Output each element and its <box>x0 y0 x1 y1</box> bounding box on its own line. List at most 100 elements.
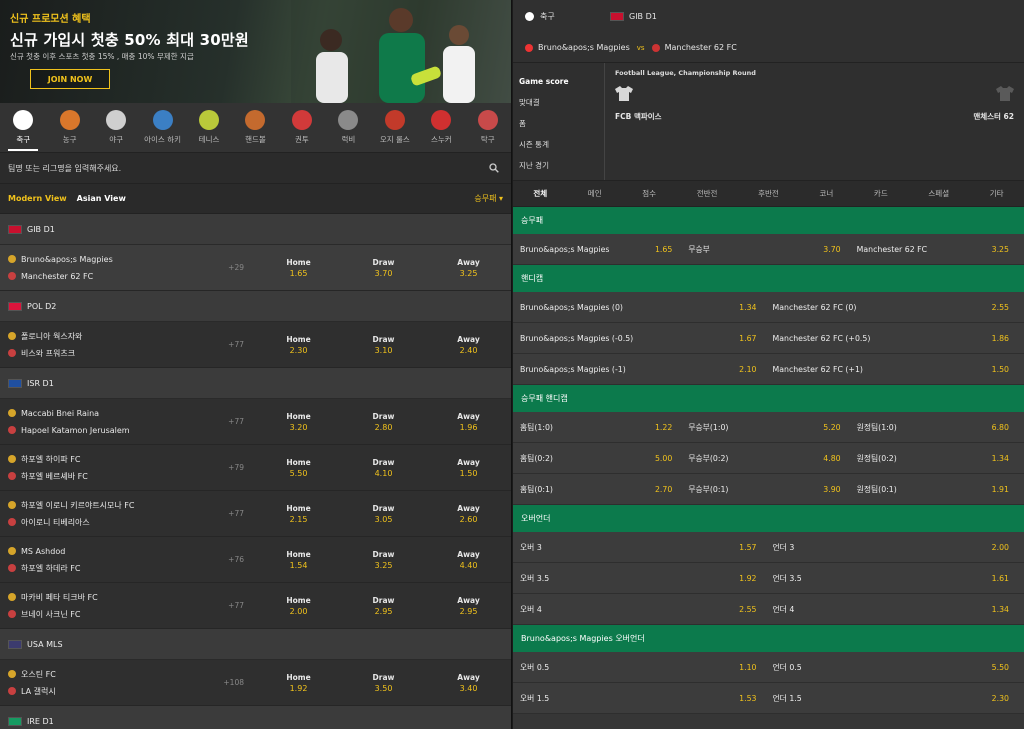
league-header[interactable]: ISR D1 <box>0 368 511 399</box>
info-menu-item[interactable]: 폼 <box>513 113 604 134</box>
bet-option[interactable]: 홈팀(1:0) 1.22 <box>520 422 680 433</box>
more-markets-count[interactable]: +77 <box>215 509 244 518</box>
more-markets-count[interactable]: +77 <box>215 340 244 349</box>
odds-button-draw[interactable]: Draw 3.10 <box>341 335 426 355</box>
odds-button-home[interactable]: Home 5.50 <box>256 458 341 478</box>
odds-button-away[interactable]: Away 1.50 <box>426 458 511 478</box>
info-menu-item[interactable]: 맞대결 <box>513 92 604 113</box>
bet-option[interactable]: Manchester 62 FC (+1) 1.50 <box>765 365 1018 374</box>
sport-tab-9[interactable]: 스누커 <box>418 110 464 145</box>
modern-view-tab[interactable]: Modern View <box>8 194 67 203</box>
match-row[interactable]: Maccabi Bnei Raina Hapoel Katamon Jerusal… <box>0 399 511 445</box>
match-row[interactable]: 오스틴 FC LA 갤럭시 +108 Home 1.92 Draw 3.50 Away 3.40 <box>0 660 511 706</box>
league-header[interactable]: IRE D1 <box>0 706 511 729</box>
odds-button-home[interactable]: Home 2.15 <box>256 504 341 524</box>
odds-button-away[interactable]: Away 3.40 <box>426 673 511 693</box>
match-row[interactable]: Bruno&apos;s Magpies Manchester 62 FC +29 H… <box>0 245 511 291</box>
bet-option[interactable]: 언더 3 2.00 <box>765 542 1018 553</box>
bet-option[interactable]: 원정팀(0:2) 1.34 <box>849 453 1017 464</box>
more-markets-count[interactable]: +77 <box>215 417 244 426</box>
join-now-button[interactable]: JOIN NOW <box>30 69 110 89</box>
odds-button-away[interactable]: Away 3.25 <box>426 258 511 278</box>
bet-option[interactable]: Bruno&apos;s Magpies (-1) 2.10 <box>520 365 765 374</box>
market-tab[interactable]: 기타 <box>984 188 1010 199</box>
sport-tab-3[interactable]: 아이스 하키 <box>140 110 186 145</box>
bet-option[interactable]: 무승부 3.70 <box>680 244 848 255</box>
sport-tab-6[interactable]: 권투 <box>279 110 325 145</box>
bet-option[interactable]: 홈팀(0:2) 5.00 <box>520 453 680 464</box>
bet-option[interactable]: 오버 3 1.57 <box>520 542 765 553</box>
odds-button-draw[interactable]: Draw 2.80 <box>341 412 426 432</box>
match-row[interactable]: 마카비 페타 티크바 FC 브네이 사크닌 FC +77 Home 2.00 Draw 2.… <box>0 583 511 629</box>
odds-button-away[interactable]: Away 2.40 <box>426 335 511 355</box>
asian-view-tab[interactable]: Asian View <box>77 194 126 203</box>
promo-banner[interactable]: 신규 프로모션 혜택 신규 가입시 첫충 50% 최대 30만원 신규 첫충 이… <box>0 0 511 103</box>
bet-option[interactable]: Bruno&apos;s Magpies (-0.5) 1.67 <box>520 334 765 343</box>
odds-button-draw[interactable]: Draw 3.05 <box>341 504 426 524</box>
odds-button-draw[interactable]: Draw 4.10 <box>341 458 426 478</box>
market-section-header[interactable]: 승무패 <box>513 207 1024 234</box>
more-markets-count[interactable]: +29 <box>215 263 244 272</box>
market-tab[interactable]: 카드 <box>868 188 894 199</box>
market-section-header[interactable]: Bruno&apos;s Magpies 오버언더 <box>513 625 1024 652</box>
bet-option[interactable]: 오버 4 2.55 <box>520 604 765 615</box>
market-tab[interactable]: 스페셜 <box>922 188 955 199</box>
sport-tab-1[interactable]: 농구 <box>47 110 93 145</box>
market-tab[interactable]: 코너 <box>813 188 839 199</box>
match-row[interactable]: 폴로니아 웍스자와 비스와 프워츠크 +77 Home 2.30 Draw 3.10 Away… <box>0 322 511 368</box>
market-tab[interactable]: 점수 <box>636 188 662 199</box>
odds-button-draw[interactable]: Draw 3.50 <box>341 673 426 693</box>
market-section-header[interactable]: 핸디캡 <box>513 265 1024 292</box>
bet-option[interactable]: 언더 3.5 1.61 <box>765 573 1018 584</box>
odds-button-away[interactable]: Away 2.95 <box>426 596 511 616</box>
bet-option[interactable]: 무승부(0:2) 4.80 <box>680 453 848 464</box>
bet-option[interactable]: Manchester 62 FC 3.25 <box>849 245 1017 254</box>
odds-button-home[interactable]: Home 1.92 <box>256 673 341 693</box>
match-row[interactable]: MS Ashdod 하포엘 하데라 FC +76 Home 1.54 Draw 3.25 Aw… <box>0 537 511 583</box>
bet-option[interactable]: 홈팀(0:1) 2.70 <box>520 484 680 495</box>
info-menu-item[interactable]: Game score <box>513 71 604 92</box>
match-row[interactable]: 하포엘 이로니 키르야트시모나 FC 아이로니 티베리아스 +77 Home 2.15 D… <box>0 491 511 537</box>
odds-button-away[interactable]: Away 1.96 <box>426 412 511 432</box>
odds-button-home[interactable]: Home 3.20 <box>256 412 341 432</box>
bet-option[interactable]: 무승부(0:1) 3.90 <box>680 484 848 495</box>
odds-button-draw[interactable]: Draw 2.95 <box>341 596 426 616</box>
more-markets-count[interactable]: +76 <box>215 555 244 564</box>
odds-button-draw[interactable]: Draw 3.70 <box>341 258 426 278</box>
bet-option[interactable]: 오버 1.5 1.53 <box>520 693 765 704</box>
league-header[interactable]: GIB D1 <box>0 214 511 245</box>
odds-button-home[interactable]: Home 2.00 <box>256 596 341 616</box>
sport-tab-7[interactable]: 럭비 <box>325 110 371 145</box>
bet-option[interactable]: 원정팀(0:1) 1.91 <box>849 484 1017 495</box>
sport-tab-5[interactable]: 핸드볼 <box>232 110 278 145</box>
league-header[interactable]: USA MLS <box>0 629 511 660</box>
market-tab[interactable]: 후반전 <box>752 188 785 199</box>
odds-button-draw[interactable]: Draw 3.25 <box>341 550 426 570</box>
market-dropdown[interactable]: 승무패 ▾ <box>474 193 503 204</box>
bet-option[interactable]: 언더 4 1.34 <box>765 604 1018 615</box>
sport-tab-8[interactable]: 오지 룰스 <box>372 110 418 145</box>
search-input[interactable] <box>8 163 308 173</box>
odds-button-away[interactable]: Away 4.40 <box>426 550 511 570</box>
match-row[interactable]: 하포엘 하이파 FC 하포엘 베르셰바 FC +79 Home 5.50 Draw 4.10… <box>0 445 511 491</box>
bet-option[interactable]: Manchester 62 FC (+0.5) 1.86 <box>765 334 1018 343</box>
bet-option[interactable]: 원정팀(1:0) 6.80 <box>849 422 1017 433</box>
odds-button-home[interactable]: Home 1.54 <box>256 550 341 570</box>
odds-button-away[interactable]: Away 2.60 <box>426 504 511 524</box>
bet-option[interactable]: Manchester 62 FC (0) 2.55 <box>765 303 1018 312</box>
market-tab[interactable]: 전체 <box>527 188 553 199</box>
more-markets-count[interactable]: +108 <box>215 678 244 687</box>
bet-option[interactable]: Bruno&apos;s Magpies (0) 1.34 <box>520 303 765 312</box>
market-tab[interactable]: 메인 <box>582 188 608 199</box>
info-menu-item[interactable]: 시즌 통계 <box>513 134 604 155</box>
more-markets-count[interactable]: +79 <box>215 463 244 472</box>
bet-option[interactable]: 무승부(1:0) 5.20 <box>680 422 848 433</box>
odds-button-home[interactable]: Home 1.65 <box>256 258 341 278</box>
league-header[interactable]: POL D2 <box>0 291 511 322</box>
search-icon[interactable] <box>489 163 499 173</box>
market-tab[interactable]: 전반전 <box>691 188 724 199</box>
odds-button-home[interactable]: Home 2.30 <box>256 335 341 355</box>
info-menu-item[interactable]: 지난 경기 <box>513 155 604 176</box>
bet-option[interactable]: 오버 0.5 1.10 <box>520 662 765 673</box>
bet-option[interactable]: Bruno&apos;s Magpies 1.65 <box>520 245 680 254</box>
